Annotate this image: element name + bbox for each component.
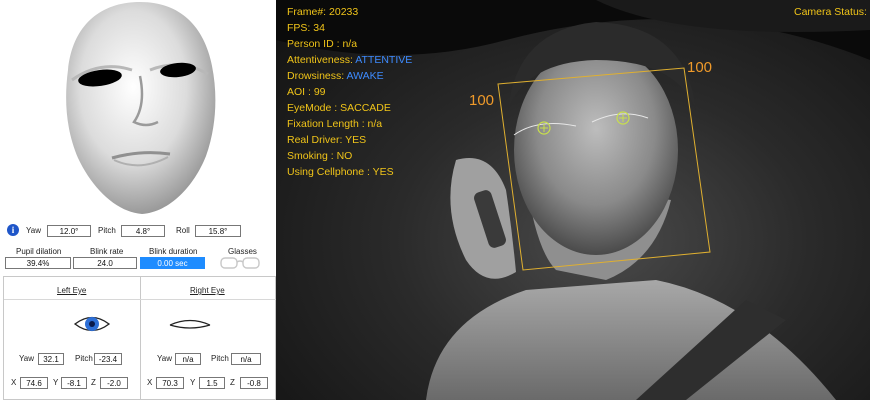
box-label-top: 100: [687, 59, 713, 76]
left-eye-x-field: 74.6: [20, 377, 48, 389]
face-bounding-box: [497, 67, 711, 271]
left-eye-title: Left Eye: [57, 286, 87, 295]
pitch-label: Pitch: [98, 226, 116, 235]
right-eye-pitch-label: Pitch: [211, 354, 229, 363]
left-eye-pitch-field: -23.4: [94, 353, 122, 365]
left-eye-pitch-label: Pitch: [75, 354, 93, 363]
pupil-dilation-field: 39.4%: [5, 257, 71, 269]
right-eye-title: Right Eye: [190, 286, 225, 295]
right-eye-y-field: 1.5: [199, 377, 225, 389]
head-yaw-field: 12.0°: [47, 225, 91, 237]
eye-table-header-divider: [4, 299, 276, 300]
head-pitch-field: 4.8°: [121, 225, 165, 237]
right-eye-pitch-field: n/a: [231, 353, 261, 365]
left-eye-yaw-label: Yaw: [19, 354, 34, 363]
eye-details-table: Left Eye Right Eye Yaw 32.1 Pitch -23.4 …: [3, 276, 276, 400]
open-eye-icon: [73, 313, 111, 340]
left-eye-z-label: Z: [91, 378, 96, 387]
right-eye-z-field: -0.8: [240, 377, 268, 389]
right-eye-yaw-field: n/a: [175, 353, 201, 365]
yaw-label: Yaw: [26, 226, 41, 235]
right-eye-z-label: Z: [230, 378, 235, 387]
left-eye-y-label: Y: [53, 378, 59, 387]
left-eye-x-label: X: [11, 378, 17, 387]
head-model-view: [0, 0, 276, 218]
blink-duration-field: 0.00 sec: [140, 257, 205, 269]
head-roll-field: 15.8°: [195, 225, 241, 237]
left-eye-contour: [513, 122, 577, 136]
camera-feed: Frame#: 20233 Camera Status: FPS: 34 Per…: [276, 0, 870, 400]
right-eye-x-field: 70.3: [156, 377, 184, 389]
roll-label: Roll: [176, 226, 190, 235]
analysis-panel: i Yaw 12.0° Pitch 4.8° Roll 15.8° Pupil …: [0, 0, 276, 400]
right-eye-yaw-label: Yaw: [157, 354, 172, 363]
left-eye-y-field: -8.1: [61, 377, 87, 389]
eye-table-divider: [140, 277, 141, 400]
blink-rate-field: 24.0: [73, 257, 137, 269]
left-eye-yaw-field: 32.1: [38, 353, 64, 365]
right-eye-y-label: Y: [190, 378, 196, 387]
glasses-icon: [219, 256, 261, 275]
box-label-left: 100: [469, 92, 495, 109]
right-eye-x-label: X: [147, 378, 153, 387]
left-eye-z-field: -2.0: [100, 377, 128, 389]
face-tracking-overlay: [497, 67, 711, 271]
head-model-icon: [66, 2, 216, 214]
closed-eye-icon: [168, 317, 212, 336]
info-icon[interactable]: i: [7, 224, 19, 236]
